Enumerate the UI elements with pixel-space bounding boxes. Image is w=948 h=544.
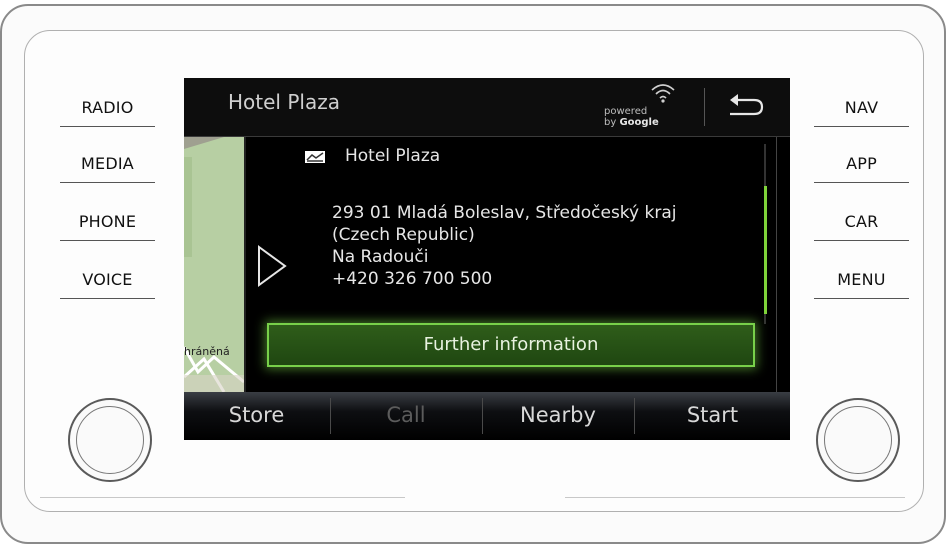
hotel-icon [305,151,325,163]
scrollbar-thumb[interactable] [764,186,767,314]
by-text: by [604,117,620,128]
tune-knob[interactable] [816,398,900,482]
poi-details: 293 01 Mladá Boleslav, Středočeský kraj … [332,202,676,290]
menu-button[interactable]: MENU [814,262,909,299]
powered-by-google: powered by Google [604,106,659,128]
back-arrow-icon [730,94,764,116]
play-arrow-icon[interactable] [256,244,288,288]
address-line: 293 01 Mladá Boleslav, Středočeský kraj [332,203,677,223]
poi-name: Hotel Plaza [345,146,441,166]
media-button[interactable]: MEDIA [60,146,155,183]
back-button[interactable] [714,86,774,128]
street-line: Na Radouči [332,247,429,267]
app-button[interactable]: APP [814,146,909,183]
further-information-button[interactable]: Further information [267,323,755,367]
voice-button[interactable]: VOICE [60,262,155,299]
infotainment-screen: Hotel Plaza powered by Google hráněná Ho… [184,78,790,440]
car-button[interactable]: CAR [814,204,909,241]
faceplate-seam-right [565,497,905,498]
google-text: Google [619,117,659,128]
call-button[interactable]: Call [331,392,481,440]
store-button[interactable]: Store [184,392,329,440]
country-line: (Czech Republic) [332,225,475,245]
top-bar: Hotel Plaza powered by Google [184,78,790,137]
page-title: Hotel Plaza [228,90,340,114]
start-button[interactable]: Start [635,392,790,440]
bottom-action-bar: Store Call Nearby Start [184,392,790,440]
phone-number[interactable]: +420 326 700 500 [332,268,676,290]
faceplate-seam-left [40,497,405,498]
nav-button[interactable]: NAV [814,90,909,127]
nearby-button[interactable]: Nearby [483,392,633,440]
wifi-icon [651,84,675,103]
right-edge-line [776,137,777,392]
top-divider [704,88,705,126]
by-google-line: by Google [604,117,659,128]
map-divider [244,137,246,392]
phone-button[interactable]: PHONE [60,204,155,241]
volume-knob[interactable] [68,398,152,482]
powered-text: powered [604,106,648,117]
radio-button[interactable]: RADIO [60,90,155,127]
map-label: hráněná [184,345,230,358]
